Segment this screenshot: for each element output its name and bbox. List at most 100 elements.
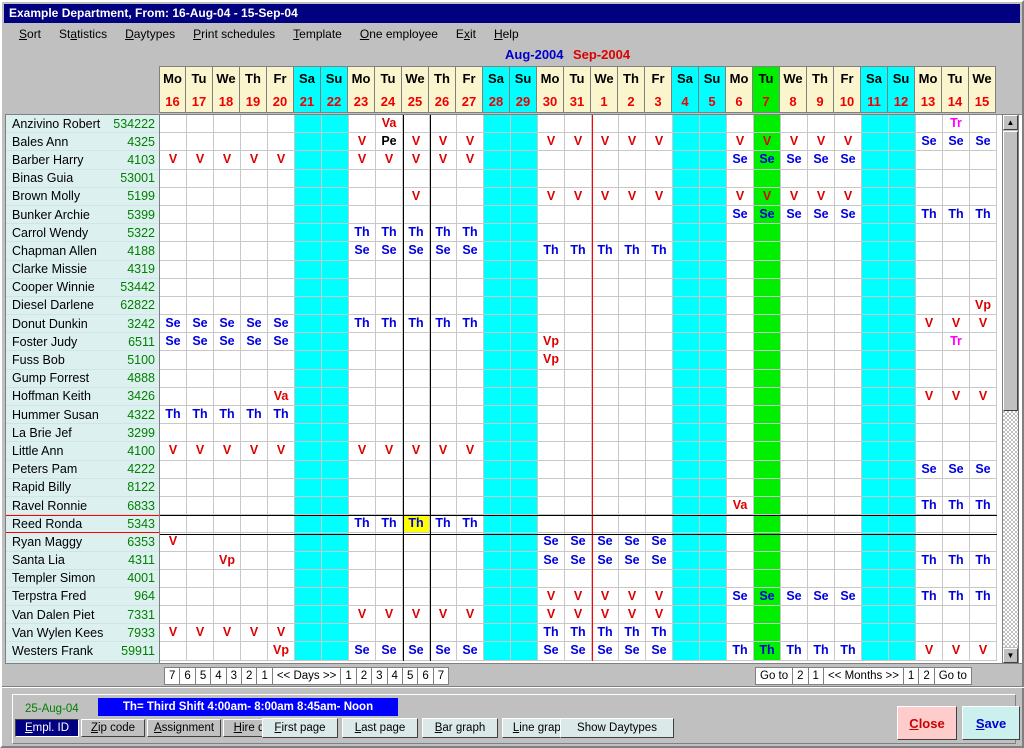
vertical-scrollbar[interactable]: ▲ ▼	[1002, 114, 1019, 664]
schedule-cell[interactable]: Th	[376, 515, 403, 533]
menu-item-statistics[interactable]: Statistics	[50, 25, 116, 43]
schedule-cell[interactable]	[889, 587, 916, 606]
schedule-cell[interactable]	[403, 169, 430, 187]
schedule-cell[interactable]: V	[241, 624, 268, 642]
schedule-cell[interactable]: Se	[835, 205, 862, 224]
schedule-cell[interactable]	[700, 278, 727, 296]
schedule-cell[interactable]	[592, 442, 619, 460]
schedule-cell[interactable]: V	[187, 442, 214, 460]
schedule-cell[interactable]	[403, 533, 430, 551]
schedule-cell[interactable]	[970, 624, 997, 642]
schedule-cell[interactable]	[376, 369, 403, 387]
schedule-cell[interactable]	[970, 260, 997, 278]
schedule-cell[interactable]	[565, 224, 592, 242]
schedule-cell[interactable]	[214, 496, 241, 515]
schedule-cell[interactable]	[160, 187, 187, 205]
employee-row[interactable]: Ravel Ronnie 6833	[6, 497, 159, 516]
schedule-cell[interactable]	[538, 224, 565, 242]
month-nav-button-5[interactable]: 2	[919, 668, 935, 684]
schedule-cell[interactable]: V	[349, 442, 376, 460]
schedule-cell[interactable]	[754, 442, 781, 460]
schedule-cell[interactable]	[754, 424, 781, 442]
schedule-cell[interactable]	[430, 333, 457, 351]
schedule-cell[interactable]	[484, 515, 511, 533]
schedule-cell[interactable]: V	[592, 587, 619, 606]
schedule-cell[interactable]	[484, 187, 511, 205]
schedule-cell[interactable]	[484, 315, 511, 333]
button-bar-graph[interactable]: Bar graph	[422, 718, 498, 738]
schedule-cell[interactable]	[241, 387, 268, 405]
calendar-header-col-16[interactable]: We 1	[591, 66, 618, 113]
schedule-cell[interactable]: Th	[592, 624, 619, 642]
schedule-cell[interactable]	[619, 460, 646, 478]
schedule-cell[interactable]	[700, 387, 727, 405]
schedule-cell[interactable]	[700, 260, 727, 278]
schedule-cell[interactable]	[430, 187, 457, 205]
schedule-cell[interactable]	[835, 406, 862, 424]
schedule-cell[interactable]	[916, 278, 943, 296]
schedule-cell[interactable]: V	[646, 606, 673, 624]
schedule-cell[interactable]	[835, 315, 862, 333]
schedule-cell[interactable]	[673, 624, 700, 642]
employee-row[interactable]: Templer Simon 4001	[6, 570, 159, 588]
schedule-cell[interactable]	[484, 296, 511, 315]
schedule-cell[interactable]	[916, 624, 943, 642]
employee-row[interactable]: Diesel Darlene 62822	[6, 297, 159, 316]
schedule-cell[interactable]	[835, 387, 862, 405]
schedule-cell[interactable]: Va	[268, 387, 295, 405]
schedule-cell[interactable]	[241, 569, 268, 587]
schedule-cell[interactable]	[646, 296, 673, 315]
schedule-cell[interactable]	[457, 533, 484, 551]
schedule-cell[interactable]: Va	[376, 115, 403, 133]
schedule-cell[interactable]	[241, 533, 268, 551]
schedule-cell[interactable]: Se	[349, 242, 376, 260]
schedule-cell[interactable]	[322, 533, 349, 551]
schedule-cell[interactable]: Vp	[538, 351, 565, 369]
schedule-cell[interactable]	[808, 351, 835, 369]
schedule-cell[interactable]	[565, 151, 592, 169]
schedule-cell[interactable]	[943, 624, 970, 642]
schedule-cell[interactable]	[187, 242, 214, 260]
schedule-cell[interactable]: V	[430, 606, 457, 624]
schedule-cell[interactable]	[349, 533, 376, 551]
schedule-cell[interactable]	[700, 406, 727, 424]
schedule-cell[interactable]	[322, 151, 349, 169]
schedule-cell[interactable]	[889, 278, 916, 296]
schedule-cell[interactable]	[214, 278, 241, 296]
schedule-cell[interactable]	[592, 569, 619, 587]
calendar-header-col-4[interactable]: Fr 20	[267, 66, 294, 113]
schedule-cell[interactable]	[322, 551, 349, 569]
schedule-cell[interactable]	[160, 224, 187, 242]
schedule-cell[interactable]: V	[403, 133, 430, 151]
schedule-cell[interactable]	[754, 333, 781, 351]
schedule-cell[interactable]: Vp	[538, 333, 565, 351]
schedule-cell[interactable]	[727, 533, 754, 551]
schedule-cell[interactable]: V	[970, 387, 997, 405]
schedule-cell[interactable]	[484, 369, 511, 387]
employee-row[interactable]: Barber Harry 4103	[6, 151, 159, 170]
schedule-cell[interactable]	[160, 515, 187, 533]
schedule-cell[interactable]	[700, 369, 727, 387]
schedule-cell[interactable]	[538, 569, 565, 587]
schedule-cell[interactable]	[700, 315, 727, 333]
schedule-cell[interactable]: Se	[160, 315, 187, 333]
schedule-cell[interactable]: Th	[916, 205, 943, 224]
employee-row[interactable]: Clarke Missie 4319	[6, 261, 159, 279]
schedule-cell[interactable]	[187, 278, 214, 296]
schedule-cell[interactable]: Th	[457, 315, 484, 333]
schedule-cell[interactable]	[538, 424, 565, 442]
month-nav-button-6[interactable]: Go to	[934, 668, 971, 684]
schedule-cell[interactable]	[916, 169, 943, 187]
schedule-cell[interactable]	[376, 296, 403, 315]
schedule-cell[interactable]	[592, 205, 619, 224]
schedule-cell[interactable]: V	[160, 533, 187, 551]
schedule-cell[interactable]	[430, 296, 457, 315]
calendar-header-col-2[interactable]: We 18	[213, 66, 240, 113]
schedule-cell[interactable]	[322, 205, 349, 224]
schedule-cell[interactable]	[700, 169, 727, 187]
schedule-cell[interactable]	[916, 533, 943, 551]
schedule-cell[interactable]: Th	[349, 315, 376, 333]
schedule-cell[interactable]	[430, 551, 457, 569]
schedule-cell[interactable]	[835, 478, 862, 496]
schedule-cell[interactable]	[700, 533, 727, 551]
